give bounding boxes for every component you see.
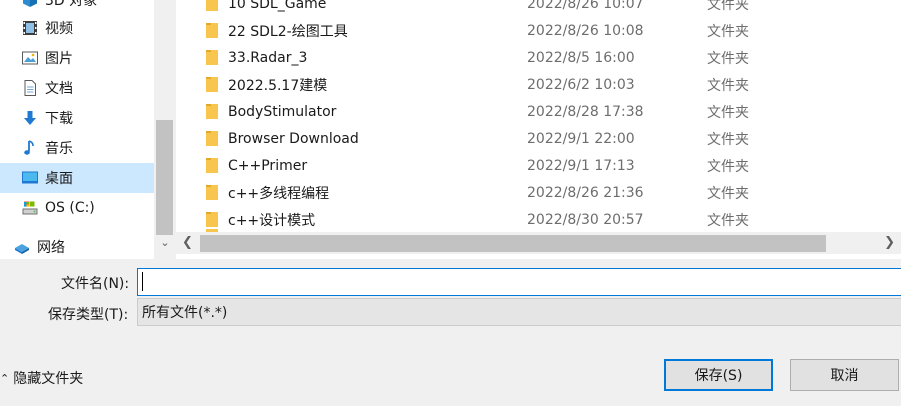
file-type: 文件夹 xyxy=(707,104,749,121)
chevron-right-icon[interactable]: ❯ xyxy=(884,235,895,250)
nav-scroll-thumb[interactable] xyxy=(156,120,173,235)
navigation-pane: 3D 对象视频图片文档下载音乐桌面 OS (C:) 网络 ⌄ xyxy=(0,0,176,259)
sidebar-item-label: 图片 xyxy=(45,51,73,67)
file-date: 2022/9/1 22:00 xyxy=(527,130,635,147)
3d-objects-icon xyxy=(20,0,40,10)
file-type: 文件夹 xyxy=(707,212,749,229)
sidebar-item-label: 3D 对象 xyxy=(45,0,98,9)
file-row[interactable]: 22 SDL2-绘图工具 2022/8/26 10:08 文件夹 xyxy=(176,17,901,44)
folder-icon xyxy=(206,131,218,146)
drive-icon xyxy=(20,198,40,218)
folder-icon xyxy=(206,50,218,65)
hide-folders-toggle[interactable]: ⌃ 隐藏文件夹 xyxy=(0,368,83,388)
pictures-icon xyxy=(20,48,40,68)
documents-icon xyxy=(20,78,40,98)
file-date: 2022/9/1 17:13 xyxy=(527,157,635,174)
file-type: 文件夹 xyxy=(707,158,749,175)
file-name: C++Primer xyxy=(228,157,308,174)
text-caret xyxy=(142,272,143,291)
sidebar-item-label: 视频 xyxy=(45,21,73,37)
file-name: c++设计模式 xyxy=(228,212,316,229)
file-type: 文件夹 xyxy=(707,23,749,40)
file-date: 2022/6/2 10:03 xyxy=(527,76,635,93)
file-row[interactable]: Browser Download 2022/9/1 22:00 文件夹 xyxy=(176,125,901,152)
folder-icon xyxy=(206,158,218,173)
file-type: 文件夹 xyxy=(707,0,749,13)
nav-vertical-scrollbar[interactable]: ⌄ xyxy=(154,0,176,259)
file-row[interactable]: C++Primer 2022/9/1 17:13 文件夹 xyxy=(176,152,901,179)
filename-label: 文件名(N): xyxy=(61,276,130,292)
chevron-left-icon[interactable]: ❮ xyxy=(182,235,193,250)
file-row[interactable]: 33.Radar_3 2022/8/5 16:00 文件夹 xyxy=(176,44,901,71)
video-icon xyxy=(20,18,40,38)
sidebar-item[interactable]: 下载 xyxy=(0,103,154,133)
desktop-icon xyxy=(20,168,40,188)
file-date: 2022/8/26 10:07 xyxy=(527,0,644,12)
downloads-icon xyxy=(20,108,40,128)
file-date: 2022/8/26 21:36 xyxy=(527,184,644,201)
folder-icon xyxy=(206,77,218,92)
file-name: 33.Radar_3 xyxy=(228,49,308,66)
file-name: 2022.5.17建模 xyxy=(228,77,328,94)
file-type: 文件夹 xyxy=(707,77,749,94)
filename-input[interactable] xyxy=(137,268,901,296)
sidebar-item-label: 音乐 xyxy=(45,141,73,157)
sidebar-item-label: 桌面 xyxy=(45,171,73,187)
sidebar-item-label: 文档 xyxy=(45,81,73,97)
save-dialog: 3D 对象视频图片文档下载音乐桌面 OS (C:) 网络 ⌄ 10 SDL_Game… xyxy=(0,0,901,406)
chevron-down-icon[interactable]: ⌄ xyxy=(158,236,172,250)
file-name: 22 SDL2-绘图工具 xyxy=(228,23,348,40)
sidebar-item[interactable]: 网络 xyxy=(0,232,146,259)
hide-folders-label: 隐藏文件夹 xyxy=(13,371,84,387)
filetype-value: 所有文件(*.*) xyxy=(142,305,228,321)
file-type: 文件夹 xyxy=(707,185,749,202)
file-row[interactable]: BodyStimulator 2022/8/28 17:38 文件夹 xyxy=(176,98,901,125)
save-button[interactable]: 保存(S) xyxy=(664,359,773,391)
sidebar-item-label: 下载 xyxy=(45,111,73,127)
file-name: 10 SDL_Game xyxy=(228,0,327,12)
sidebar-item[interactable]: 桌面 xyxy=(0,163,154,193)
cancel-button[interactable]: 取消 xyxy=(790,359,899,391)
network-icon xyxy=(12,237,32,257)
horizontal-scroll-thumb[interactable] xyxy=(200,235,826,252)
file-name: BodyStimulator xyxy=(228,103,337,120)
file-row[interactable]: c++多线程编程 2022/8/26 21:36 文件夹 xyxy=(176,179,901,206)
sidebar-item[interactable]: OS (C:) xyxy=(0,193,154,223)
file-list-horizontal-scrollbar[interactable]: ❮ ❯ xyxy=(176,232,901,254)
folder-icon xyxy=(206,212,218,227)
file-date: 2022/8/5 16:00 xyxy=(527,49,635,66)
sidebar-item[interactable]: 图片 xyxy=(0,43,154,73)
file-list: 10 SDL_Game 2022/8/26 10:07 文件夹 22 SDL2-绘图工… xyxy=(176,0,901,259)
file-row[interactable]: c++设计模式 2022/8/30 20:57 文件夹 xyxy=(176,206,901,233)
file-name: Browser Download xyxy=(228,130,359,147)
file-date: 2022/8/26 10:08 xyxy=(527,22,644,39)
folder-icon xyxy=(206,0,218,11)
filetype-select[interactable]: 所有文件(*.*) xyxy=(137,298,901,326)
sidebar-item[interactable]: 音乐 xyxy=(0,133,154,163)
file-row[interactable]: 2022.5.17建模 2022/6/2 10:03 文件夹 xyxy=(176,71,901,98)
file-type: 文件夹 xyxy=(707,50,749,67)
file-date: 2022/8/28 17:38 xyxy=(527,103,644,120)
chevron-up-icon: ⌃ xyxy=(0,371,10,385)
folder-icon xyxy=(206,104,218,119)
filetype-label: 保存类型(T): xyxy=(48,307,129,323)
sidebar-item-label: 网络 xyxy=(37,240,65,256)
sidebar-item-label: OS (C:) xyxy=(45,200,95,216)
sidebar-item[interactable]: 文档 xyxy=(0,73,154,103)
file-date: 2022/8/30 20:57 xyxy=(527,211,644,228)
folder-icon xyxy=(206,23,218,38)
file-type: 文件夹 xyxy=(707,131,749,148)
sidebar-item[interactable]: 视频 xyxy=(0,13,154,43)
file-row[interactable]: 10 SDL_Game 2022/8/26 10:07 文件夹 xyxy=(176,0,901,17)
music-icon xyxy=(20,138,40,158)
file-name: c++多线程编程 xyxy=(228,185,330,202)
folder-icon xyxy=(206,185,218,200)
